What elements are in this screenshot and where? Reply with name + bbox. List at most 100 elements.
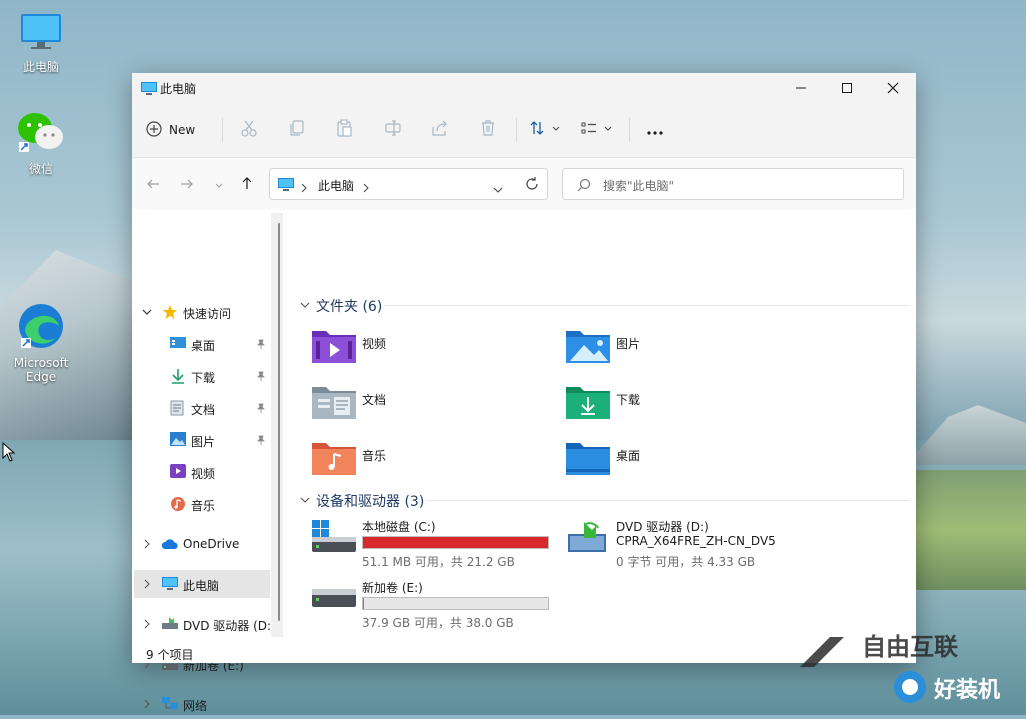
folders-header-label: 文件夹 (6) xyxy=(316,299,383,315)
refresh-icon[interactable] xyxy=(524,176,540,196)
drive-e[interactable]: 新加卷 (E:) 37.9 GB 可用，共 38.0 GB xyxy=(312,579,562,635)
desktop-folder-icon xyxy=(566,439,610,479)
nav-item-videos[interactable]: 视频 xyxy=(134,458,270,486)
up-button[interactable] xyxy=(237,174,257,194)
share-button[interactable] xyxy=(428,118,452,142)
title-bar[interactable]: 此电脑 xyxy=(132,73,916,103)
minimize-button[interactable] xyxy=(778,73,824,103)
navigation-row: 此电脑 搜索"此电脑" xyxy=(132,158,916,210)
video-icon xyxy=(170,464,186,481)
nav-item-desktop[interactable]: 桌面 xyxy=(134,330,270,358)
nav-quick-access[interactable]: 快速访问 xyxy=(134,298,270,326)
drive-c[interactable]: 本地磁盘 (C:) 51.1 MB 可用，共 21.2 GB xyxy=(312,518,562,574)
monitor-icon xyxy=(278,177,294,196)
desktop-icon-label: 此电脑 xyxy=(22,60,59,74)
picture-icon xyxy=(170,432,186,449)
chevron-right-icon xyxy=(142,698,152,712)
address-bar[interactable]: 此电脑 xyxy=(269,168,548,200)
folder-pictures[interactable]: 图片 xyxy=(566,327,766,371)
desktop-icon-this-pc[interactable]: 此电脑 xyxy=(11,12,71,75)
monitor-icon xyxy=(162,577,178,594)
chevron-right-icon xyxy=(142,538,152,552)
drive-label: 新加卷 (E:) xyxy=(362,581,423,595)
sort-icon xyxy=(529,119,563,141)
nav-item-music[interactable]: 音乐 xyxy=(134,490,270,518)
watermark-sub: 好装机 xyxy=(933,677,1000,703)
drive-usage-fill xyxy=(363,598,364,609)
toolbar-separator xyxy=(222,118,223,142)
breadcrumb-this-pc[interactable]: 此电脑 xyxy=(318,177,354,194)
folder-downloads[interactable]: 下载 xyxy=(566,383,766,427)
search-box[interactable]: 搜索"此电脑" xyxy=(562,168,904,200)
group-divider xyxy=(384,305,910,306)
back-button[interactable] xyxy=(143,174,163,194)
forward-button[interactable] xyxy=(177,174,197,194)
maximize-button[interactable] xyxy=(824,73,870,103)
monitor-icon xyxy=(141,81,157,100)
arrow-right-icon xyxy=(180,175,194,194)
delete-button[interactable] xyxy=(476,118,500,142)
dvd-icon xyxy=(162,616,178,633)
drive-usage-bar xyxy=(362,536,549,549)
chevron-down-icon xyxy=(300,493,310,509)
drives-header-label: 设备和驱动器 (3) xyxy=(316,494,425,510)
rename-button[interactable] xyxy=(381,118,405,142)
address-dropdown-icon[interactable] xyxy=(492,179,504,198)
nav-label: 快速访问 xyxy=(183,307,232,321)
toolbar-separator xyxy=(516,118,517,142)
delete-icon xyxy=(479,119,497,141)
pin-icon xyxy=(256,402,266,416)
cut-button[interactable] xyxy=(237,118,261,142)
view-button[interactable] xyxy=(580,118,616,142)
drive-info: 0 字节 可用，共 4.33 GB xyxy=(616,555,756,569)
search-placeholder: 搜索"此电脑" xyxy=(603,179,675,193)
monitor-icon xyxy=(11,12,71,55)
drive-d[interactable]: DVD 驱动器 (D:) CPRA_X64FRE_ZH-CN_DV5 0 字节 … xyxy=(566,518,816,574)
nav-item-onedrive[interactable]: OneDrive xyxy=(134,530,270,558)
nav-item-this-pc[interactable]: 此电脑 xyxy=(134,570,270,598)
close-button[interactable] xyxy=(870,73,916,103)
more-button[interactable] xyxy=(643,118,667,142)
desktop-icon-edge[interactable]: Microsoft Edge xyxy=(11,302,71,384)
folder-videos[interactable]: 视频 xyxy=(312,327,512,371)
desktop-icon-wechat[interactable]: 微信 xyxy=(11,110,71,177)
paste-button[interactable] xyxy=(332,118,356,142)
nav-item-dvd-drive[interactable]: DVD 驱动器 (D:) xyxy=(134,610,276,638)
recent-locations-button[interactable] xyxy=(209,174,229,194)
group-divider xyxy=(426,500,910,501)
folder-label: 视频 xyxy=(362,337,387,351)
nav-label: DVD 驱动器 (D:) xyxy=(183,619,276,633)
nav-label: 桌面 xyxy=(191,339,216,353)
nav-item-downloads[interactable]: 下载 xyxy=(134,362,270,390)
minimize-icon xyxy=(795,79,807,98)
document-icon xyxy=(170,400,184,419)
folder-documents[interactable]: 文档 xyxy=(312,383,512,427)
download-icon xyxy=(170,368,186,387)
sort-button[interactable] xyxy=(528,118,564,142)
chevron-right-icon xyxy=(142,578,152,592)
desktop-icon-label: 微信 xyxy=(28,162,53,176)
breadcrumb-separator-icon xyxy=(300,178,308,197)
folder-label: 下载 xyxy=(616,393,641,407)
nav-item-documents[interactable]: 文档 xyxy=(134,394,270,422)
new-button-label: New xyxy=(169,123,196,137)
folder-label: 音乐 xyxy=(362,449,387,463)
share-icon xyxy=(431,119,449,141)
nav-item-network[interactable]: 网络 xyxy=(134,690,270,718)
star-icon xyxy=(162,304,178,323)
copy-button[interactable] xyxy=(285,118,309,142)
drive-usage-bar xyxy=(362,597,549,610)
new-button[interactable]: New xyxy=(146,117,195,143)
drives-group-header[interactable]: 设备和驱动器 (3) xyxy=(300,491,424,511)
folder-music[interactable]: 音乐 xyxy=(312,439,512,483)
cloud-icon xyxy=(161,538,179,553)
nav-label: 此电脑 xyxy=(183,579,220,593)
drive-label: 本地磁盘 (C:) xyxy=(362,520,436,534)
nav-item-pictures[interactable]: 图片 xyxy=(134,426,270,454)
file-explorer-window: 此电脑 New 此电脑 搜索"此电脑" 快速访问 桌面 下载 文档 图片 视频 … xyxy=(132,73,916,713)
desktop-icon-label: Microsoft Edge xyxy=(13,356,69,384)
folders-group-header[interactable]: 文件夹 (6) xyxy=(300,296,382,316)
nav-scrollbar-track[interactable] xyxy=(271,213,283,637)
nav-scrollbar-thumb[interactable] xyxy=(278,223,280,621)
folder-desktop[interactable]: 桌面 xyxy=(566,439,766,483)
